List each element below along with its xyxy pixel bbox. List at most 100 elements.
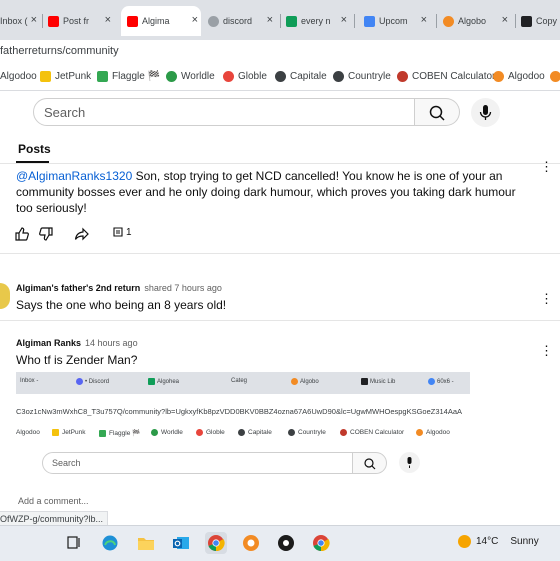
embedded-bookmark-label: Flaggle 🏁 (109, 430, 141, 437)
tab-posts[interactable]: Posts (18, 142, 51, 156)
tab-separator (436, 14, 437, 28)
avatar[interactable] (0, 283, 10, 309)
bookmark-label: COBEN Calculator (412, 71, 496, 82)
bookmark-label: Capitale (290, 71, 327, 82)
chrome-second-button[interactable] (310, 532, 332, 554)
embedded-url: C3oz1cNw3mWxhC8_T3u757Q/community?lb=Ugk… (16, 407, 463, 416)
bookmark-algodoo[interactable]: Algodoo (0, 71, 37, 82)
countryle-icon (288, 429, 295, 436)
more-options-icon[interactable]: ⋮ (540, 344, 553, 357)
capitale-icon (275, 71, 286, 82)
tab-algiman-active[interactable]: Algima × (121, 6, 201, 36)
file-explorer-button[interactable] (135, 532, 157, 554)
tab-copy[interactable]: Copy (521, 9, 560, 33)
sheets-icon (148, 378, 155, 385)
tab-separator (42, 14, 43, 28)
embedded-search-input: Search (42, 452, 353, 474)
tab-label: Copy (536, 16, 558, 26)
embedded-tab: 60x6 - (428, 378, 454, 385)
voice-search-button[interactable] (471, 98, 500, 127)
more-options-icon[interactable]: ⋮ (540, 292, 553, 305)
comment-time[interactable]: 14 hours ago (85, 338, 138, 348)
algodoo-taskbar-button[interactable] (240, 532, 262, 554)
bookmark-coben[interactable]: COBEN Calculator (397, 71, 495, 82)
tab-close-icon[interactable]: × (192, 14, 198, 26)
outlook-button[interactable] (170, 532, 192, 554)
youtube-icon (48, 15, 59, 27)
comment-divider (0, 320, 560, 321)
embedded-bookmark-label: Countryle (298, 429, 326, 436)
reply-button[interactable] (112, 226, 124, 245)
more-options-icon[interactable]: ⋮ (540, 160, 553, 173)
microphone-icon (407, 457, 412, 468)
tab-algobox[interactable]: Algobo × (443, 9, 511, 33)
tab-label: discord (223, 16, 253, 26)
bookmarks-bar: Algodoo JetPunk Flaggle 🏁 Worldle Globle… (0, 64, 560, 91)
embedded-tab: Music Lib (361, 378, 395, 385)
embedded-bookmark-label: Algodoo (426, 429, 450, 436)
dislike-button[interactable] (38, 226, 54, 247)
sheets-icon (286, 15, 297, 27)
bookmark-capitale[interactable]: Capitale (275, 71, 327, 82)
share-button[interactable] (74, 226, 90, 247)
tab-close-icon[interactable]: × (341, 14, 347, 26)
tab-post[interactable]: Post fr × (48, 9, 114, 33)
embedded-tab-label: Algohea (157, 378, 180, 385)
bookmark-globle[interactable]: Globle (223, 71, 267, 82)
media-app-icon (278, 535, 294, 551)
sun-icon (458, 535, 471, 548)
author-name[interactable]: Algiman's father's 2nd return (16, 283, 140, 293)
comment-divider (0, 253, 560, 254)
embedded-bookmark-label: Capitale (248, 429, 272, 436)
like-button[interactable] (14, 226, 30, 247)
tab-close-icon[interactable]: × (267, 14, 273, 26)
chrome-icon (313, 535, 330, 552)
embedded-bookmark-label: JetPunk (62, 429, 86, 436)
tab-separator (354, 14, 355, 28)
coben-icon (397, 71, 408, 82)
microphone-icon (479, 105, 492, 120)
tab-close-icon[interactable]: × (502, 14, 508, 26)
bookmark-worldle[interactable]: Worldle (166, 71, 215, 82)
chrome-button-active[interactable] (205, 532, 227, 554)
tab-close-icon[interactable]: × (421, 14, 427, 26)
share-icon (74, 227, 89, 241)
bookmark-flaggle[interactable]: Flaggle 🏁 (97, 71, 160, 82)
search-button[interactable] (415, 98, 460, 126)
bookmark-algodoo-3[interactable] (550, 71, 560, 82)
search-input[interactable]: Search (33, 98, 415, 126)
weather-widget[interactable]: 14°C Sunny (458, 535, 539, 548)
edge-button[interactable] (99, 532, 121, 554)
media-app-button[interactable] (275, 532, 297, 554)
comment-time[interactable]: shared 7 hours ago (144, 283, 222, 293)
mention-link[interactable]: @AlgimanRanks1320 (16, 169, 132, 183)
bookmark-algodoo-2[interactable]: Algodoo (493, 71, 545, 82)
bookmark-countryle[interactable]: Countryle (333, 71, 391, 82)
embedded-bookmark: Countryle (288, 429, 326, 436)
tab-inbox[interactable]: Inbox ( × (0, 9, 40, 33)
tab-upcoming[interactable]: Upcom × (364, 9, 430, 33)
tab-every[interactable]: every n × (286, 9, 350, 33)
tab-close-icon[interactable]: × (105, 14, 111, 26)
jetpunk-icon (40, 71, 51, 82)
thumbs-up-icon (15, 227, 29, 241)
author-name[interactable]: Algiman Ranks (16, 338, 81, 348)
tab-label: Upcom (379, 16, 408, 26)
comment-header: Algiman Ranks 14 hours ago (16, 338, 138, 348)
url-text[interactable]: fatherreturns/community (0, 45, 119, 57)
add-comment-input[interactable]: Add a comment... (18, 496, 89, 506)
countryle-icon (333, 71, 344, 82)
chrome-icon (208, 535, 225, 552)
ncs-icon (361, 378, 368, 385)
address-bar[interactable]: fatherreturns/community (0, 40, 560, 64)
embedded-bookmark-label: COBEN Calculator (350, 429, 405, 436)
attached-screenshot[interactable]: Inbox - • Discord Algohea Categ Algobo M… (16, 372, 470, 512)
bookmark-jetpunk[interactable]: JetPunk (40, 71, 91, 82)
discord-icon (208, 15, 219, 27)
tab-discord[interactable]: discord × (208, 9, 276, 33)
discord-icon (76, 378, 83, 385)
tab-close-icon[interactable]: × (31, 14, 37, 26)
task-view-button[interactable] (63, 532, 85, 554)
folder-icon (138, 538, 154, 550)
embedded-bookmark: Capitale (238, 429, 272, 436)
